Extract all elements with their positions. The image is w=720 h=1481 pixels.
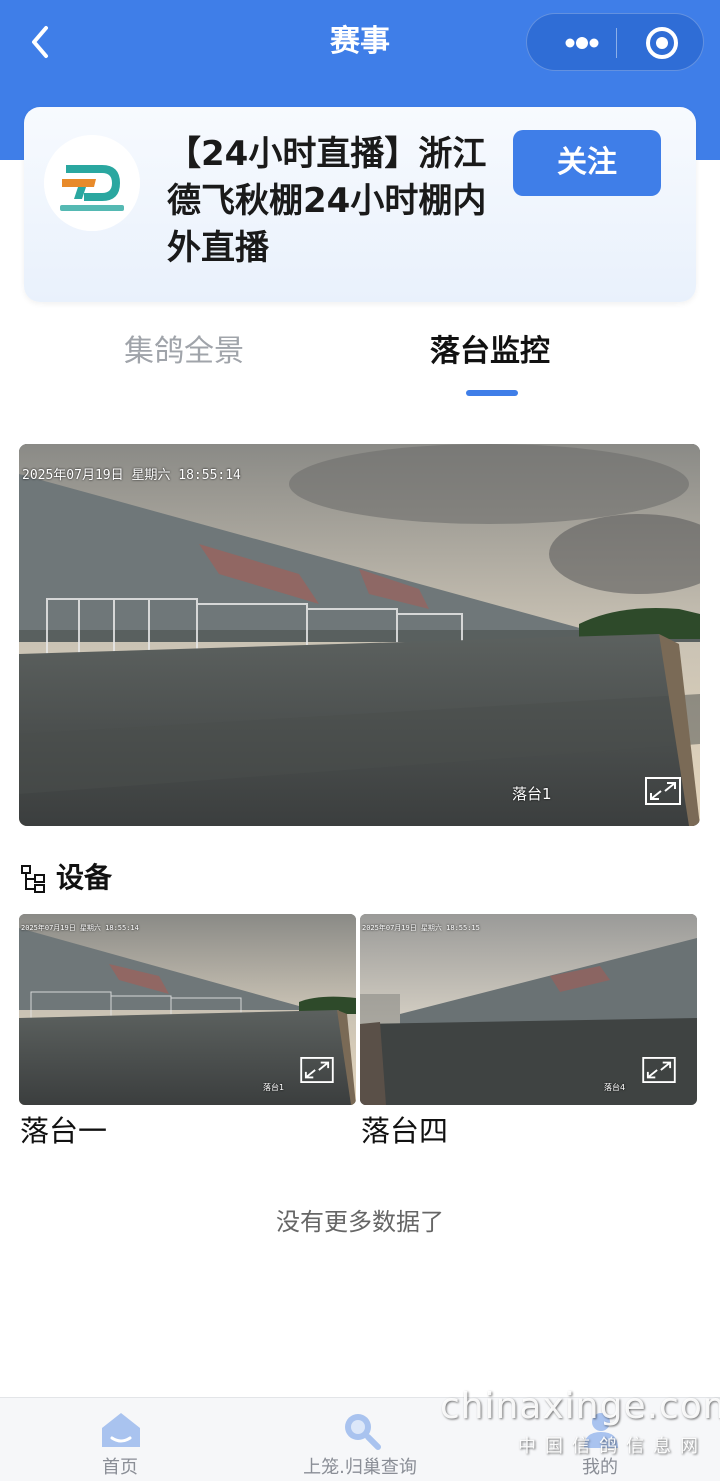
site-watermark-subtitle: 中国信鸽信息网 xyxy=(518,1436,707,1457)
mini-program-capsule xyxy=(526,13,704,71)
more-icon[interactable] xyxy=(549,14,615,72)
site-watermark: chinaxinge.com xyxy=(440,1386,720,1427)
event-card: 【24小时直播】浙江德飞秋棚24小时棚内外直播 关注 xyxy=(24,107,696,302)
tabbar-item-home[interactable]: 首页 xyxy=(0,1398,240,1481)
device-thumbnail[interactable]: 2025年07月19日 星期六 18:55:15 落台4 xyxy=(360,914,697,1105)
search-icon xyxy=(345,1414,381,1450)
fullscreen-icon[interactable] xyxy=(300,1057,334,1083)
tabbar-label: 首页 xyxy=(102,1457,138,1478)
device-section-title: 设备 xyxy=(56,861,113,894)
loft-roof-camera-feed xyxy=(19,444,700,826)
device-name[interactable]: 落台四 xyxy=(361,1110,448,1152)
camera-label: 落台4 xyxy=(604,1083,626,1092)
tab-landing-monitor[interactable]: 落台监控 xyxy=(430,330,550,374)
active-tab-indicator xyxy=(466,390,518,396)
event-title: 【24小时直播】浙江德飞秋棚24小时棚内外直播 xyxy=(167,134,487,268)
follow-button[interactable]: 关注 xyxy=(513,130,661,196)
main-video-player[interactable]: 2025年07月19日 星期六 18:55:14 落台1 xyxy=(19,444,700,826)
defei-logo xyxy=(44,135,140,231)
device-name[interactable]: 落台一 xyxy=(20,1110,107,1152)
capsule-divider xyxy=(616,28,617,58)
tabbar-label: 我的 xyxy=(582,1457,618,1478)
device-tree-icon xyxy=(21,865,45,893)
device-thumbnail[interactable]: 2025年07月19日 星期六 18:55:14 落台1 xyxy=(19,914,356,1105)
camera-label: 落台1 xyxy=(512,785,552,803)
video-timestamp: 2025年07月19日 星期六 18:55:15 xyxy=(362,924,480,932)
fullscreen-icon[interactable] xyxy=(645,777,681,805)
home-icon xyxy=(102,1413,140,1447)
tab-panorama[interactable]: 集鸽全景 xyxy=(124,330,244,374)
tabbar-label: 上笼.归巢查询 xyxy=(303,1457,417,1478)
list-end-message: 没有更多数据了 xyxy=(276,1208,444,1236)
video-timestamp: 2025年07月19日 星期六 18:55:14 xyxy=(21,924,139,932)
video-timestamp: 2025年07月19日 星期六 18:55:14 xyxy=(22,468,241,483)
close-miniprogram-icon[interactable] xyxy=(639,14,697,72)
camera-label: 落台1 xyxy=(263,1083,285,1092)
fullscreen-icon[interactable] xyxy=(642,1057,676,1083)
